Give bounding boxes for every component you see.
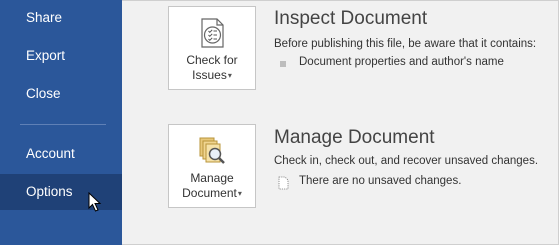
inspect-document-description: Before publishing this file, be aware th… bbox=[274, 38, 537, 50]
chevron-down-icon: ▾ bbox=[227, 71, 232, 81]
mouse-pointer-icon bbox=[88, 192, 102, 212]
nav-export-label: Export bbox=[26, 48, 66, 63]
manage-document-icon bbox=[199, 137, 225, 164]
backstage-sidebar: Share Export Close Account Options bbox=[0, 0, 122, 245]
manage-document-label: Manage Document▾ bbox=[182, 171, 242, 200]
nav-share[interactable]: Share bbox=[0, 0, 122, 36]
inspect-document-title: Inspect Document bbox=[274, 8, 428, 29]
manage-document-description: Check in, check out, and recover unsaved… bbox=[274, 155, 539, 167]
chevron-down-icon: ▾ bbox=[237, 189, 242, 199]
document-icon bbox=[278, 176, 289, 190]
nav-account[interactable]: Account bbox=[0, 136, 122, 172]
nav-share-label: Share bbox=[26, 10, 63, 25]
nav-close[interactable]: Close bbox=[0, 76, 122, 112]
nav-close-label: Close bbox=[26, 86, 61, 101]
list-item-text: There are no unsaved changes. bbox=[299, 175, 462, 187]
sidebar-divider bbox=[20, 124, 106, 125]
nav-export[interactable]: Export bbox=[0, 38, 122, 74]
document-check-icon bbox=[201, 18, 224, 48]
bullet-square-icon bbox=[280, 61, 286, 67]
check-for-issues-button[interactable]: Check for Issues▾ bbox=[168, 6, 256, 90]
nav-options[interactable]: Options bbox=[0, 174, 122, 210]
manage-document-button[interactable]: Manage Document▾ bbox=[168, 124, 256, 208]
list-item-text: Document properties and author's name bbox=[299, 56, 504, 68]
nav-account-label: Account bbox=[26, 146, 75, 161]
check-for-issues-label: Check for Issues▾ bbox=[186, 53, 238, 82]
manage-document-title: Manage Document bbox=[274, 127, 435, 148]
nav-options-label: Options bbox=[26, 184, 73, 199]
